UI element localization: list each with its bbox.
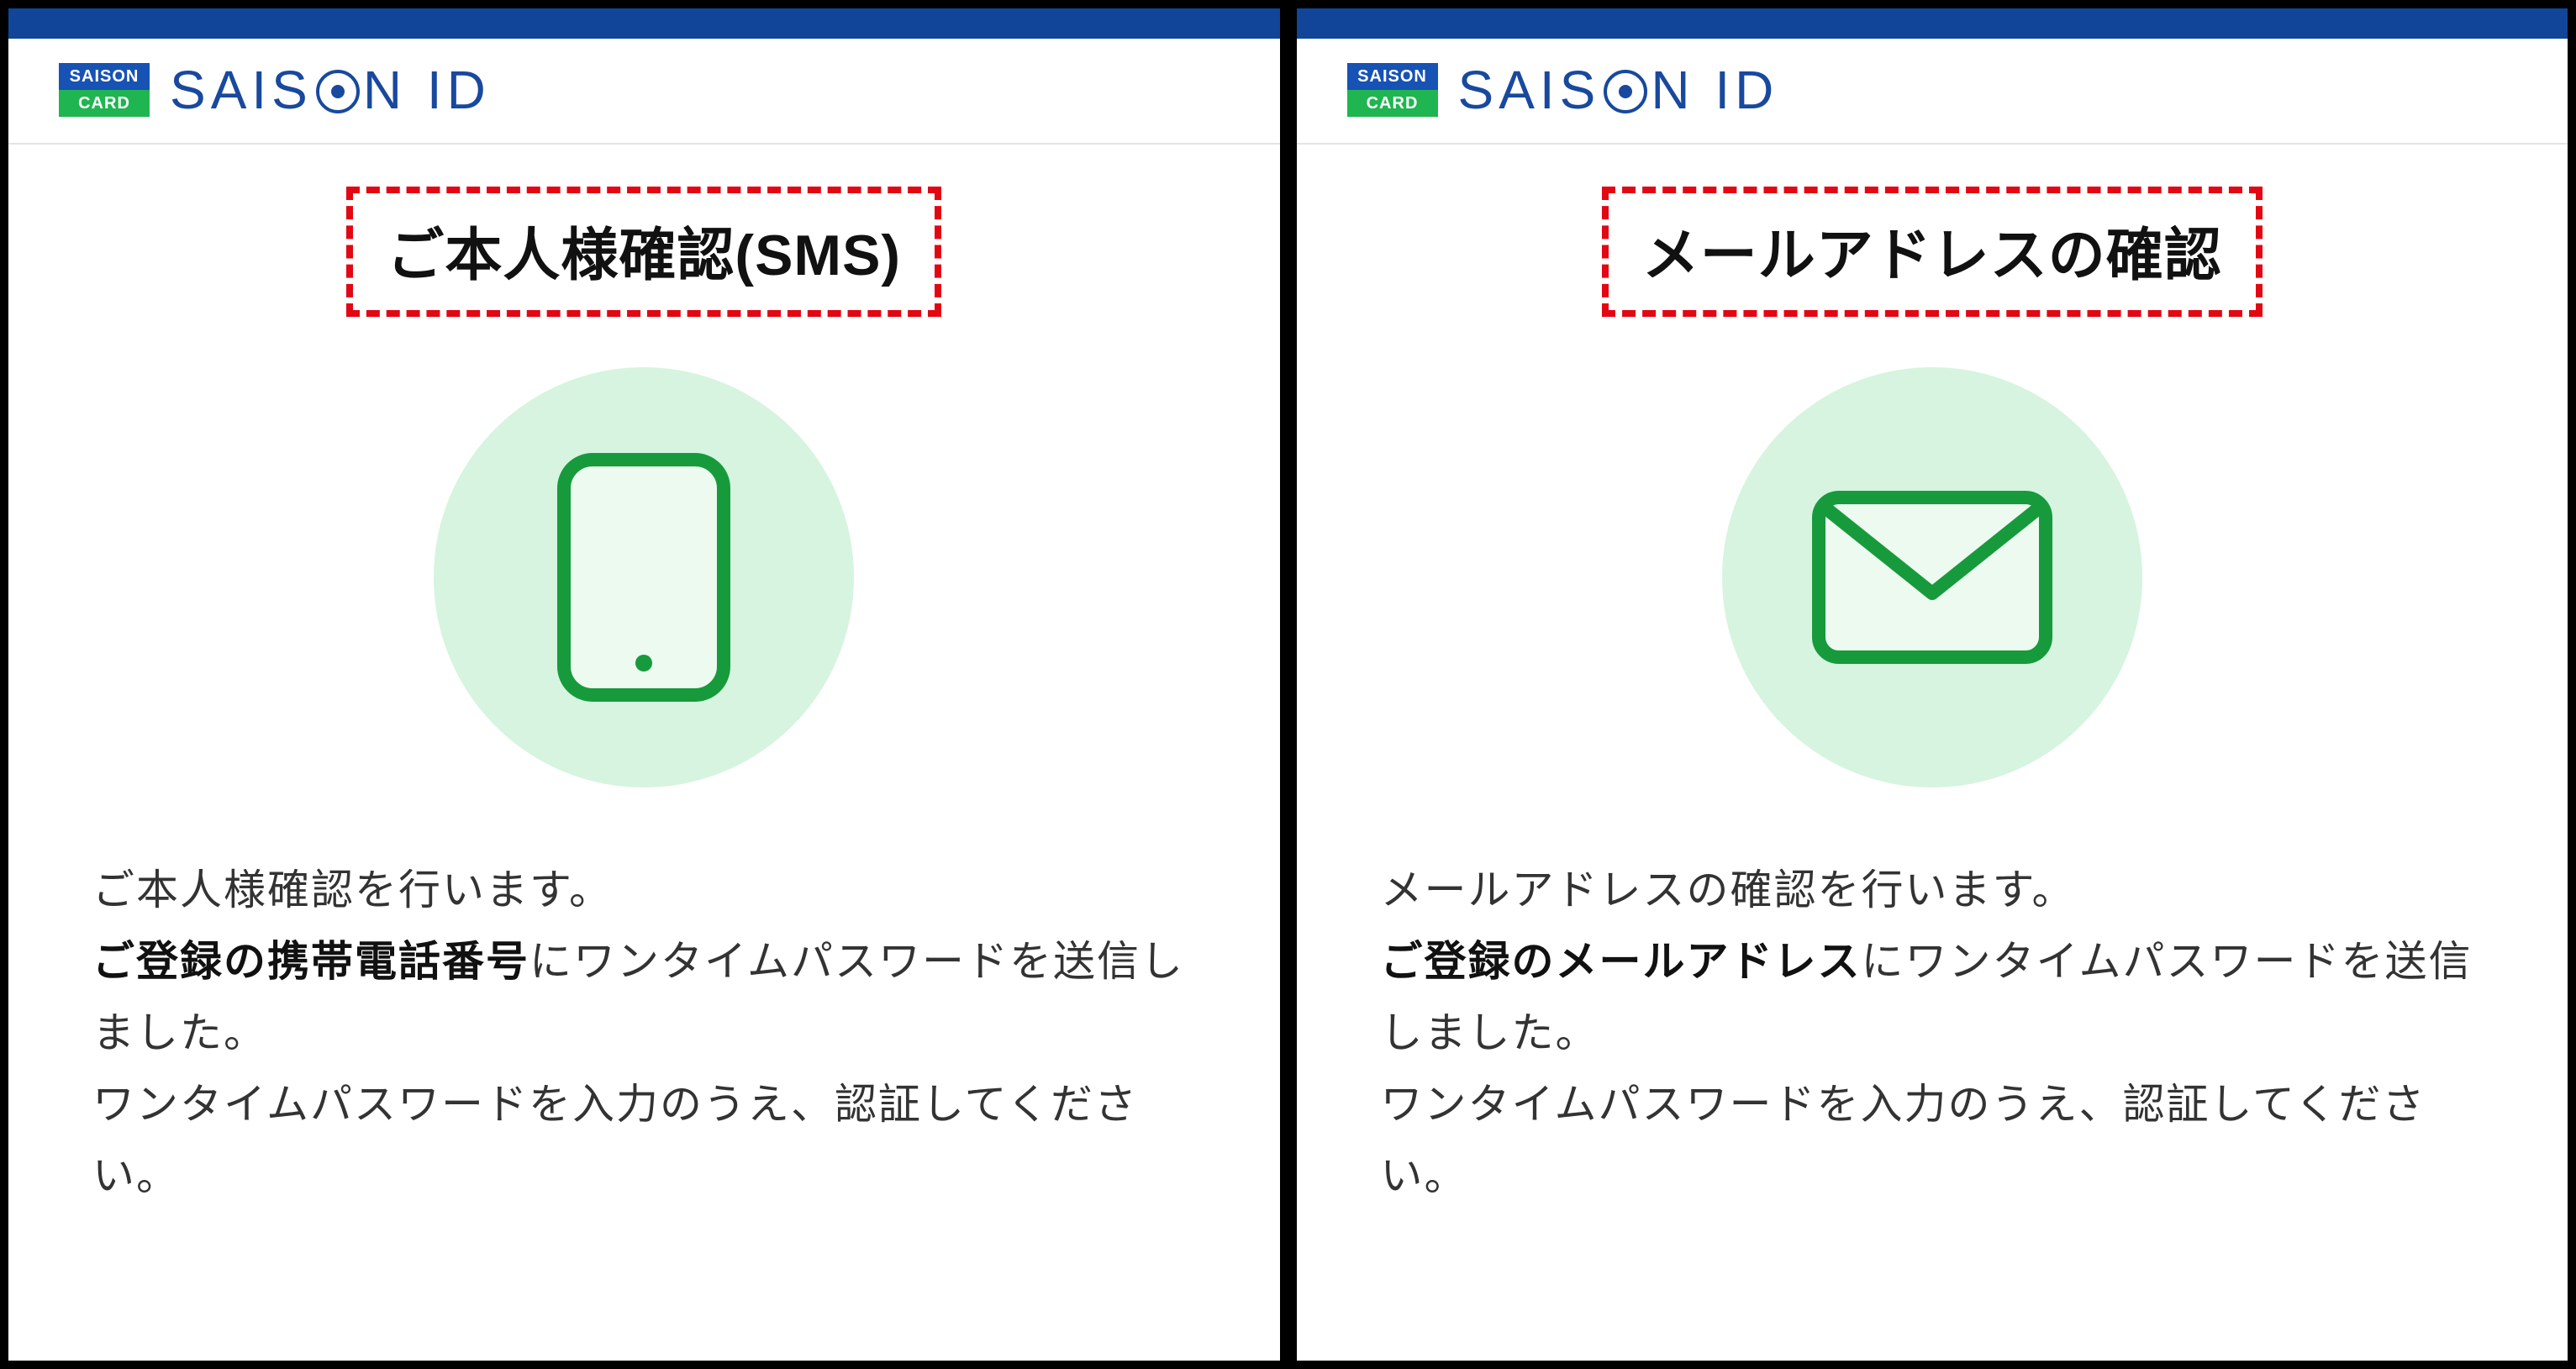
- target-o-icon: [316, 70, 360, 113]
- smartphone-icon: [556, 451, 732, 703]
- header: SAISON CARD SAIS N ID: [1297, 39, 2568, 145]
- content-area: ご本人様確認(SMS) ご本人様確認を行います。 ご登録の携帯電話番号にワンタイ…: [8, 145, 1280, 1245]
- mail-icon: [1810, 489, 2054, 666]
- panel-sms: SAISON CARD SAIS N ID ご本人様確認(SMS) ご本人様: [0, 0, 1288, 1369]
- top-accent-bar: [1297, 8, 2568, 39]
- hero-icon-circle: [434, 367, 854, 787]
- hero-icon-circle: [1722, 367, 2142, 787]
- headline-highlight-box: メールアドレスの確認: [1602, 187, 2263, 317]
- saison-card-logo: SAISON CARD: [59, 63, 150, 117]
- target-o-icon: [1604, 70, 1647, 113]
- page-headline: ご本人様確認(SMS): [387, 208, 901, 292]
- page-headline: メールアドレスの確認: [1642, 208, 2222, 292]
- top-accent-bar: [8, 8, 1280, 39]
- content-area: メールアドレスの確認 メールアドレスの確認を行います。 ご登録のメールアドレスに…: [1297, 145, 2568, 1245]
- description-text: ご本人様確認を行います。 ご登録の携帯電話番号にワンタイムパスワードを送信しまし…: [92, 855, 1196, 1212]
- saison-card-logo: SAISON CARD: [1347, 63, 1438, 117]
- headline-highlight-box: ご本人様確認(SMS): [346, 187, 941, 317]
- brand-saison-id: SAIS N ID: [1458, 59, 1779, 121]
- description-text: メールアドレスの確認を行います。 ご登録のメールアドレスにワンタイムパスワードを…: [1381, 855, 2484, 1212]
- panel-email: SAISON CARD SAIS N ID メールアドレスの確認 メールアド: [1288, 0, 2576, 1369]
- brand-saison-id: SAIS N ID: [170, 59, 491, 121]
- header: SAISON CARD SAIS N ID: [8, 39, 1280, 145]
